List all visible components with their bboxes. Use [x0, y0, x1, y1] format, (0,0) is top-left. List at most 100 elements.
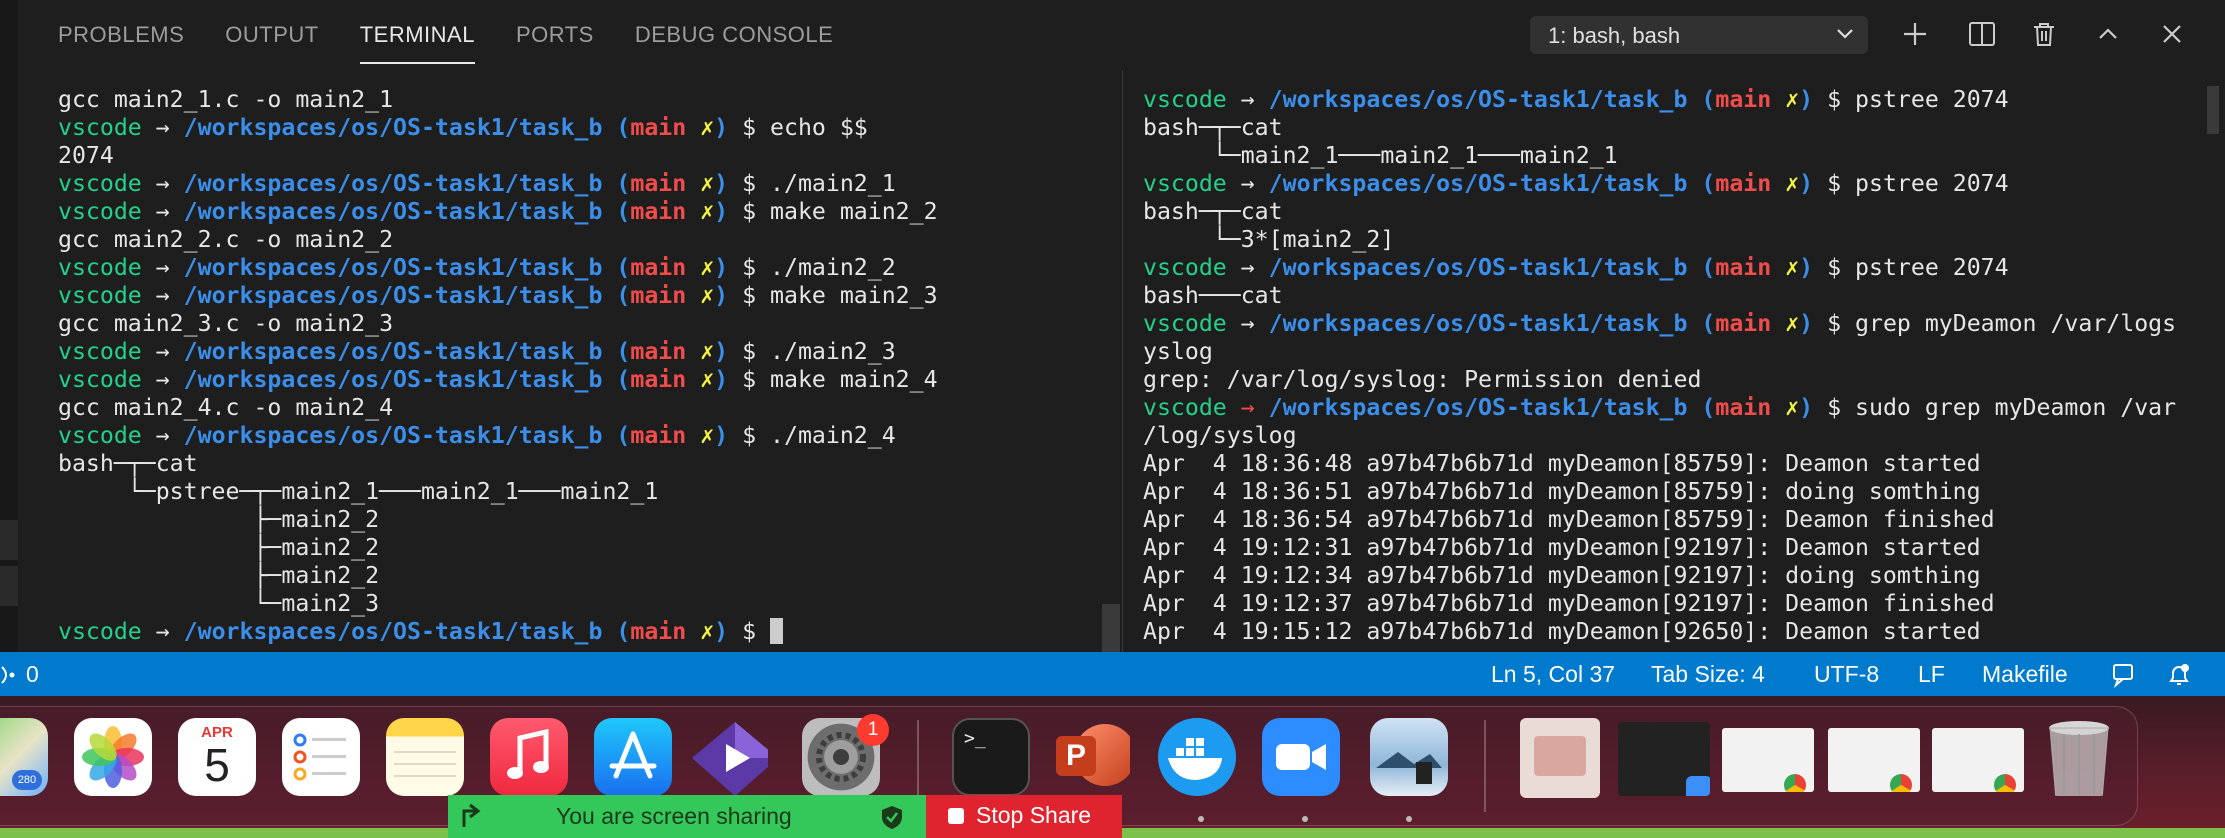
prompt-paren: )	[714, 114, 729, 141]
terminal-app-icon[interactable]: >_	[952, 718, 1030, 796]
tab-terminal[interactable]: TERMINAL	[359, 0, 475, 64]
docker-app-icon[interactable]	[1158, 718, 1236, 796]
output-line: ├─main2_2	[58, 506, 380, 533]
screen-share-message: You are screen sharing	[556, 803, 792, 829]
close-icon[interactable]	[2154, 16, 2190, 52]
terminal-right[interactable]: vscode → /workspaces/os/OS-task1/task_b …	[1143, 86, 2176, 646]
screen-share-banner: You are screen sharing	[448, 795, 926, 838]
terminal-select-value: 1: bash, bash	[1548, 23, 1681, 48]
prompt-paren: )	[714, 366, 729, 393]
output-line: ├─main2_2	[58, 534, 380, 561]
output-line: └─main2_1───main2_1───main2_1	[1143, 142, 1618, 169]
prompt-arrow: →	[1226, 394, 1269, 421]
prompt-paren: (	[602, 254, 631, 281]
output-line: gcc main2_4.c -o main2_4	[58, 394, 394, 421]
chrome-icon	[1890, 774, 1912, 792]
app-store-icon[interactable]	[594, 718, 672, 796]
running-indicator	[1302, 816, 1308, 822]
arrow-icon	[462, 803, 481, 827]
prompt-dirty: ✗	[1785, 394, 1800, 421]
output-line: grep: /var/log/syslog: Permission denied	[1143, 366, 1702, 393]
terminal-left[interactable]: gcc main2_1.c -o main2_1vscode → /worksp…	[58, 86, 938, 646]
notes-app-icon[interactable]	[386, 718, 464, 796]
prompt-command: $ ./main2_2	[728, 254, 896, 281]
prompt-command: $ grep myDeamon /var/logs	[1813, 310, 2177, 337]
stop-icon	[948, 808, 964, 824]
trash-app-icon[interactable]	[2040, 718, 2118, 796]
prompt-user: vscode	[58, 282, 142, 309]
zoom-app-icon[interactable]	[1262, 718, 1340, 796]
trash-icon[interactable]	[2026, 16, 2062, 52]
minimized-window-chrome-3[interactable]	[1932, 728, 2024, 792]
photos-flower-icon	[82, 726, 144, 788]
scrollbar-right[interactable]	[2207, 86, 2219, 134]
chrome-icon	[1784, 774, 1806, 792]
minimized-window-chrome-1[interactable]	[1722, 728, 1814, 792]
prompt-line: vscode → /workspaces/os/OS-task1/task_b …	[1143, 86, 2176, 114]
prompt-command: $ pstree 2074	[1813, 86, 2009, 113]
prompt-path: /workspaces/os/OS-task1/task_b	[1268, 310, 1688, 337]
prompt-line: vscode → /workspaces/os/OS-task1/task_b …	[58, 338, 938, 366]
photos-app-icon[interactable]	[74, 718, 152, 796]
tab-ports[interactable]: PORTS	[516, 0, 594, 64]
maps-app-icon[interactable]: 280	[0, 718, 48, 796]
terminal-cursor	[770, 618, 784, 644]
plus-icon[interactable]	[1897, 16, 1933, 52]
tab-problems[interactable]: PROBLEMS	[58, 0, 184, 64]
calendar-app-icon[interactable]: APR 5	[178, 718, 256, 796]
prompt-user: vscode	[1143, 310, 1227, 337]
terminal-divider[interactable]	[1122, 70, 1123, 652]
ports-status[interactable]: 0	[0, 661, 39, 688]
prompt-branch: main	[630, 198, 687, 225]
prompt-paren: )	[714, 254, 729, 281]
tab-size[interactable]: Tab Size: 4	[1651, 661, 1765, 688]
cursor-position[interactable]: Ln 5, Col 37	[1491, 661, 1615, 688]
minimized-window-chrome-2[interactable]	[1828, 728, 1920, 792]
powerpoint-letter: P	[1056, 736, 1096, 776]
docker-whale-icon	[1168, 738, 1222, 780]
output-line: Apr 4 19:12:37 a97b47b6b71d myDeamon[921…	[1143, 590, 1995, 617]
end-of-line[interactable]: LF	[1918, 661, 1945, 688]
bell-icon[interactable]	[2166, 662, 2192, 688]
chevron-up-icon[interactable]	[2090, 16, 2126, 52]
terminal-select[interactable]: 1: bash, bash	[1530, 16, 1868, 54]
minimized-window-terminal[interactable]	[1618, 722, 1710, 796]
split-icon[interactable]	[1964, 16, 2000, 52]
prompt-arrow: →	[141, 422, 184, 449]
tab-output[interactable]: OUTPUT	[225, 0, 318, 64]
prompt-path: /workspaces/os/OS-task1/task_b	[183, 422, 603, 449]
panel-tabs: PROBLEMS OUTPUT TERMINAL PORTS DEBUG CON…	[58, 0, 874, 70]
powerpoint-app-icon[interactable]: P	[1052, 718, 1130, 796]
prompt-paren: (	[602, 618, 631, 645]
reminders-app-icon[interactable]	[282, 718, 360, 796]
stop-share-button[interactable]: Stop Share	[926, 795, 1122, 838]
minimized-window-powerpoint[interactable]	[1520, 718, 1600, 798]
prompt-paren: (	[602, 170, 631, 197]
prompt-paren: (	[602, 282, 631, 309]
output-line: Apr 4 18:36:51 a97b47b6b71d myDeamon[857…	[1143, 478, 1981, 505]
notes-lines-icon	[394, 751, 456, 777]
video-app-icon[interactable]	[690, 718, 768, 796]
prompt-branch: main	[630, 114, 687, 141]
calendar-day: 5	[204, 739, 230, 791]
feedback-icon[interactable]	[2112, 662, 2138, 688]
output-line: gcc main2_1.c -o main2_1	[58, 86, 394, 113]
music-app-icon[interactable]	[490, 718, 568, 796]
encoding[interactable]: UTF-8	[1814, 661, 1879, 688]
prompt-line: vscode → /workspaces/os/OS-task1/task_b …	[1143, 310, 2176, 338]
language-mode[interactable]: Makefile	[1982, 661, 2068, 688]
scrollbar-left[interactable]	[1102, 604, 1120, 652]
prompt-branch: main	[630, 366, 687, 393]
prompt-dirty: ✗	[700, 254, 715, 281]
preview-app-icon[interactable]	[1370, 718, 1448, 796]
prompt-paren: (	[602, 366, 631, 393]
tab-debug-console[interactable]: DEBUG CONSOLE	[635, 0, 833, 64]
output-line: └─3*[main2_2]	[1143, 226, 1395, 253]
prompt-user: vscode	[1143, 170, 1227, 197]
reminders-list-icon	[293, 733, 346, 781]
